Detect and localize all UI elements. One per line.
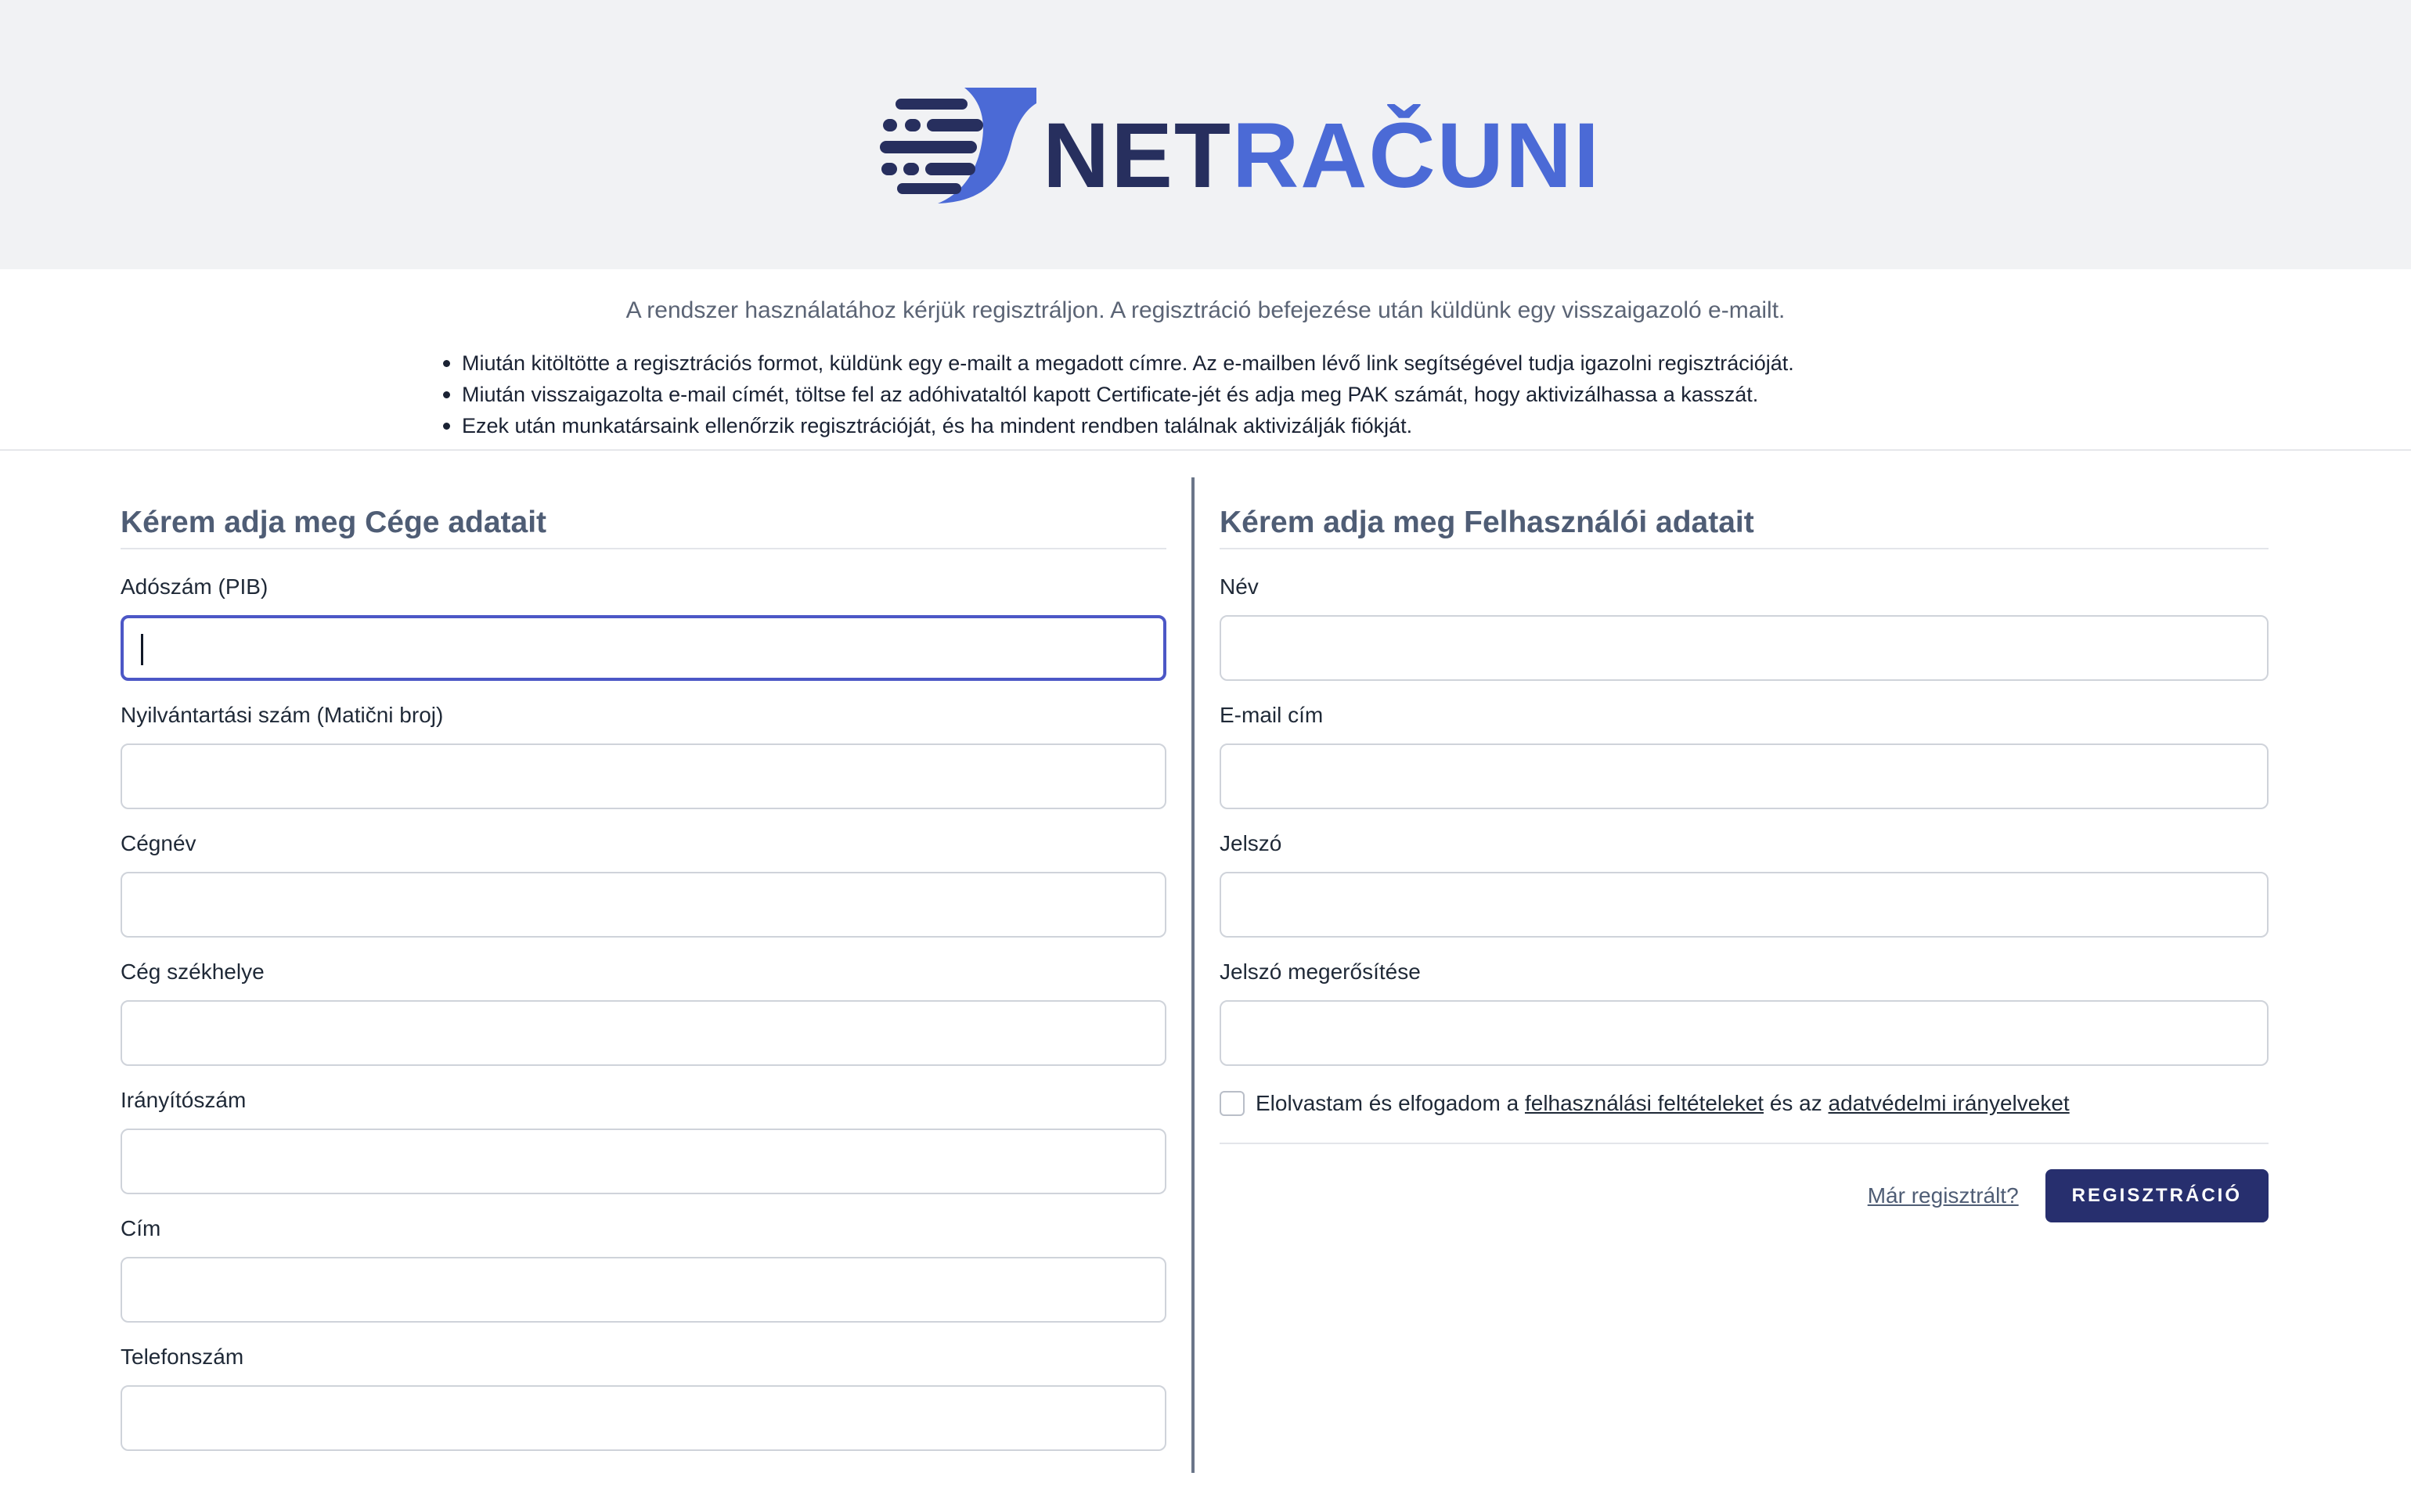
company-seat-label: Cég székhelye xyxy=(121,959,265,984)
email-label: E-mail cím xyxy=(1220,703,1324,727)
registration-number-input[interactable] xyxy=(121,743,1166,809)
email-field: E-mail cím xyxy=(1220,703,2269,809)
password-input[interactable] xyxy=(1220,872,2269,938)
user-section-title: Kérem adja meg Felhasználói adatait xyxy=(1220,506,2269,549)
password-field: Jelszó xyxy=(1220,831,2269,938)
pib-input[interactable] xyxy=(121,615,1166,681)
register-button[interactable]: REGISZTRÁCIÓ xyxy=(2045,1169,2269,1222)
company-section-title: Kérem adja meg Cége adatait xyxy=(121,506,1166,549)
postal-code-label: Irányítószám xyxy=(121,1088,247,1112)
privacy-link[interactable]: adatvédelmi irányelveket xyxy=(1829,1091,2070,1115)
password-confirm-input[interactable] xyxy=(1220,1000,2269,1066)
password-confirm-field: Jelszó megerősítése xyxy=(1220,959,2269,1066)
postal-code-field: Irányítószám xyxy=(121,1088,1166,1194)
postal-code-input[interactable] xyxy=(121,1129,1166,1194)
company-name-label: Cégnév xyxy=(121,831,196,855)
header: NETRAČUNI xyxy=(0,0,2411,269)
registration-number-field: Nyilvántartási szám (Matični broj) xyxy=(121,703,1166,809)
address-input[interactable] xyxy=(121,1257,1166,1323)
list-item: Ezek után munkatársaink ellenőrzik regis… xyxy=(443,410,2009,441)
phone-field: Telefonszám xyxy=(121,1345,1166,1451)
intro-bullets: Miután kitöltötte a regisztrációs formot… xyxy=(443,347,2009,441)
phone-label: Telefonszám xyxy=(121,1345,244,1369)
logo-wordmark: NETRAČUNI xyxy=(1043,110,1601,202)
list-item: Miután kitöltötte a regisztrációs formot… xyxy=(443,347,2009,379)
logo-mark-icon xyxy=(880,88,1036,203)
user-form: Kérem adja meg Felhasználói adatait Név … xyxy=(1220,506,2269,1222)
email-input[interactable] xyxy=(1220,743,2269,809)
name-label: Név xyxy=(1220,574,1259,599)
actions-divider xyxy=(1220,1143,2269,1144)
name-input[interactable] xyxy=(1220,615,2269,681)
registration-number-label: Nyilvántartási szám (Matični broj) xyxy=(121,703,444,727)
intro-section: A rendszer használatához kérjük regisztr… xyxy=(0,269,2411,451)
terms-checkbox[interactable] xyxy=(1220,1090,1245,1116)
phone-input[interactable] xyxy=(121,1385,1166,1451)
form-actions: Már regisztrált? REGISZTRÁCIÓ xyxy=(1868,1169,2269,1222)
name-field: Név xyxy=(1220,574,2269,681)
company-seat-input[interactable] xyxy=(121,1000,1166,1066)
password-confirm-label: Jelszó megerősítése xyxy=(1220,959,1421,984)
intro-text: A rendszer használatához kérjük regisztr… xyxy=(625,297,1786,323)
logo-net: NET xyxy=(1043,104,1232,207)
netracuni-logo[interactable]: NETRAČUNI xyxy=(880,83,1599,208)
list-item: Miután visszaigazolta e-mail címét, tölt… xyxy=(443,379,2009,410)
company-seat-field: Cég székhelye xyxy=(121,959,1166,1066)
terms-prefix: Elolvastam és elfogadom a xyxy=(1256,1091,1525,1115)
text-caret xyxy=(141,634,143,665)
company-form: Kérem adja meg Cége adatait Adószám (PIB… xyxy=(121,506,1166,1451)
pib-field: Adószám (PIB) xyxy=(121,574,1166,681)
company-name-field: Cégnév xyxy=(121,831,1166,938)
company-name-input[interactable] xyxy=(121,872,1166,938)
column-divider xyxy=(1191,477,1195,1473)
terms-link[interactable]: felhasználási feltételeket xyxy=(1525,1091,1764,1115)
logo-racuni: RAČUNI xyxy=(1232,104,1601,207)
already-registered-link[interactable]: Már regisztrált? xyxy=(1868,1183,2019,1208)
address-field: Cím xyxy=(121,1216,1166,1323)
address-label: Cím xyxy=(121,1216,161,1240)
password-label: Jelszó xyxy=(1220,831,1282,855)
pib-label: Adószám (PIB) xyxy=(121,574,268,599)
terms-middle: és az xyxy=(1764,1091,1829,1115)
terms-row: Elolvastam és elfogadom a felhasználási … xyxy=(1220,1090,2269,1122)
